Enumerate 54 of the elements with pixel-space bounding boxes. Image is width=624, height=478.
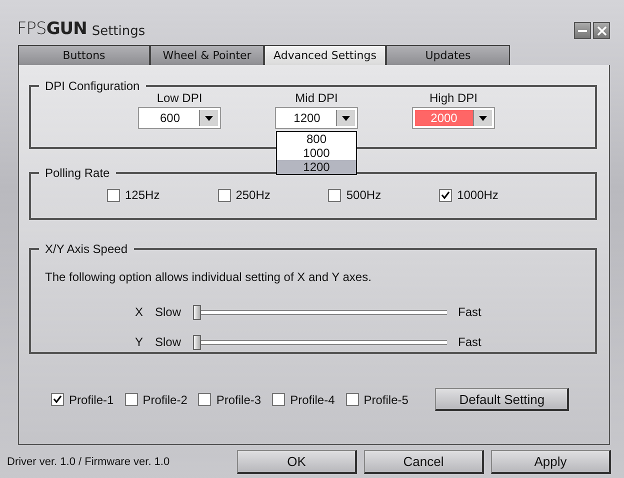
group-title: X/Y Axis Speed [44, 242, 128, 256]
axis-label: X [135, 305, 144, 319]
dpi-dropdown[interactable]: 600 [139, 108, 220, 128]
close-icon [596, 26, 606, 36]
checkbox[interactable]: 500Hz [328, 188, 382, 202]
tab[interactable]: Advanced Settings [264, 45, 386, 65]
caret-icon [342, 116, 350, 120]
checkbox[interactable]: Profile-1 [51, 392, 114, 406]
minimize-icon [578, 30, 587, 32]
dpi-label: Low DPI [156, 91, 202, 105]
axis-label: Y [135, 335, 144, 349]
checkbox-box[interactable] [51, 393, 64, 406]
checkbox-box[interactable] [124, 393, 138, 406]
group-title: DPI Configuration [44, 79, 141, 93]
checkbox-box[interactable] [107, 188, 120, 202]
description-text: The following option allows individual setting of X and Y axes. [45, 270, 372, 284]
checkbox-box[interactable] [346, 393, 359, 406]
checkbox[interactable]: 250Hz [218, 188, 270, 202]
dropdown-option[interactable]: 1200 [277, 160, 356, 174]
dpi-dropdown[interactable]: 1200 [276, 108, 357, 128]
group-title: Polling Rate [44, 166, 111, 180]
checkbox[interactable]: Profile-2 [124, 392, 188, 406]
caret-icon [479, 116, 487, 120]
fast-label: Fast [458, 305, 482, 319]
slider-thumb[interactable] [193, 334, 201, 350]
minimize-button[interactable] [574, 22, 591, 39]
dialog-button[interactable]: OK [237, 450, 357, 474]
window-title: Settings [92, 25, 146, 38]
logo: FPSGUN [17, 21, 87, 38]
fast-label: Fast [458, 335, 482, 349]
slider-thumb[interactable] [193, 304, 201, 320]
checkbox-box[interactable] [439, 188, 452, 202]
checkbox[interactable]: 125Hz [107, 188, 160, 202]
dialog-button[interactable]: Apply [491, 450, 611, 474]
slow-label: Slow [155, 335, 182, 349]
tab[interactable]: Wheel & Pointer [150, 45, 264, 65]
default-setting-button[interactable]: Default Setting [435, 388, 570, 411]
caret-icon [205, 116, 213, 120]
checkbox-box[interactable] [272, 393, 286, 406]
dpi-label: Mid DPI [295, 91, 338, 105]
checkbox-box[interactable] [218, 188, 231, 202]
tab[interactable]: Buttons [18, 45, 150, 65]
dpi-label: High DPI [429, 91, 478, 105]
version-text: Driver ver. 1.0 / Firmware ver. 1.0 [7, 456, 171, 468]
checkbox[interactable]: Profile-4 [272, 392, 335, 406]
checkbox[interactable]: Profile-3 [198, 392, 262, 406]
checkbox-box[interactable] [198, 393, 212, 406]
checkbox[interactable]: Profile-5 [346, 392, 408, 406]
close-button[interactable] [593, 22, 610, 39]
dialog-button[interactable]: Cancel [364, 450, 484, 474]
tab[interactable]: Updates [386, 45, 510, 65]
checkbox[interactable]: 1000Hz [439, 188, 498, 202]
checkbox-box[interactable] [328, 188, 342, 202]
slow-label: Slow [155, 305, 182, 319]
